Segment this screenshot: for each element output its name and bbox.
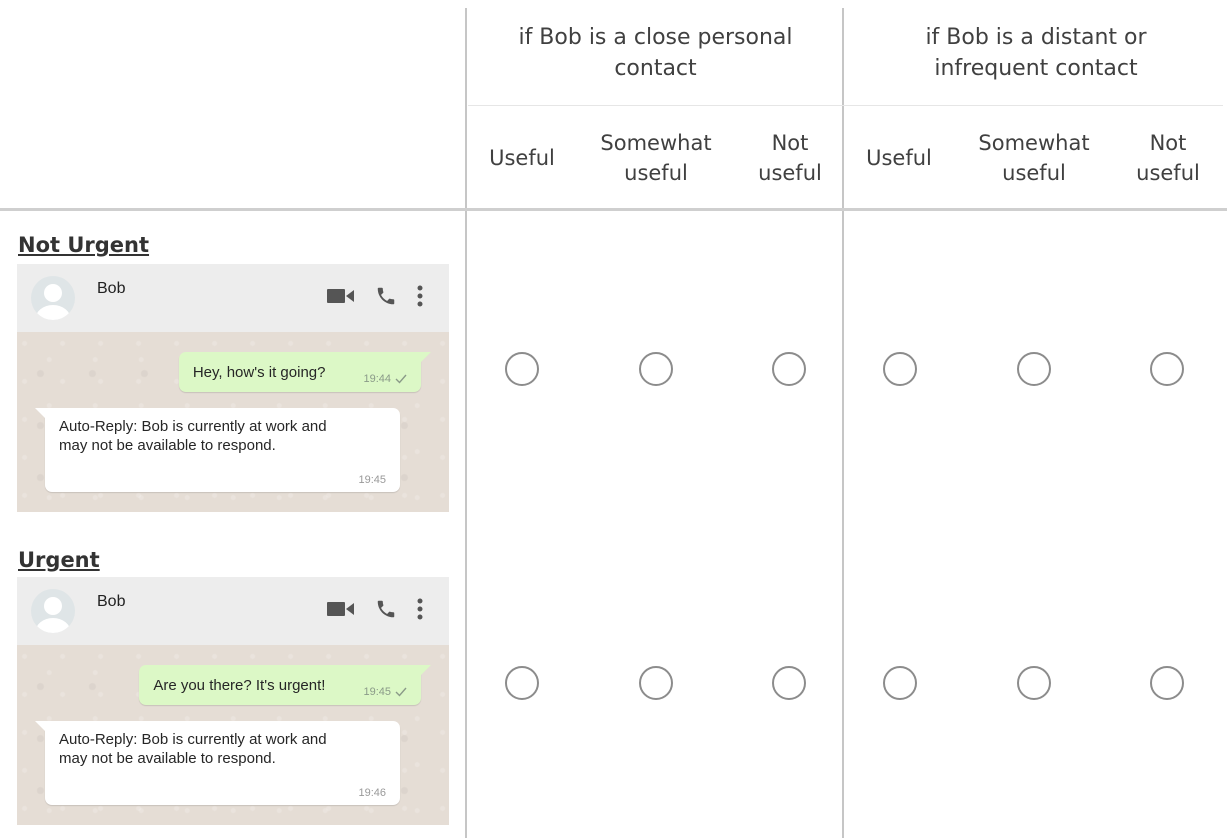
chat-header-icons — [327, 597, 423, 621]
group-header-label: if Bob is a close personal contact — [518, 24, 793, 81]
radio-not-urgent-distant-somewhat-useful[interactable] — [1017, 352, 1051, 386]
radio-urgent-close-useful[interactable] — [505, 666, 539, 700]
chat-body: Hey, how's it going? 19:44 Auto-Reply: B… — [17, 332, 449, 512]
chat-screenshot: Bob Are you there? It's urgent! 19:45 Au… — [17, 577, 449, 825]
incoming-message: Auto-Reply: Bob is currently at work and… — [35, 408, 400, 492]
chat-header: Bob — [17, 264, 449, 332]
column-header-label: Not useful — [1136, 130, 1200, 185]
outgoing-message: Hey, how's it going? 19:44 — [178, 352, 432, 392]
column-header-label: Useful — [489, 145, 555, 170]
chat-body: Are you there? It's urgent! 19:45 Auto-R… — [17, 645, 449, 825]
user-avatar-icon — [31, 589, 75, 633]
message-meta: 19:45 — [363, 686, 407, 698]
outgoing-message: Are you there? It's urgent! 19:45 — [139, 665, 431, 705]
column-header-label: Somewhat useful — [600, 130, 712, 185]
check-icon — [395, 687, 407, 697]
row-label-urgent: Urgent — [18, 548, 100, 572]
message-meta: 19:44 — [363, 373, 407, 385]
column-header-label: Somewhat useful — [978, 130, 1090, 185]
header-bottom-border — [0, 208, 1227, 211]
group-divider — [842, 8, 844, 838]
message-time: 19:44 — [363, 373, 391, 385]
incoming-message: Auto-Reply: Bob is currently at work and… — [35, 721, 400, 805]
row-label-not-urgent: Not Urgent — [18, 233, 150, 257]
message-time: 19:45 — [358, 474, 386, 486]
more-vertical-icon — [417, 598, 423, 620]
column-header-useful: Useful — [845, 105, 953, 210]
user-avatar-icon — [31, 276, 75, 320]
message-text: Auto-Reply: Bob is currently at work and… — [59, 418, 327, 454]
group-divider — [465, 8, 467, 838]
message-time: 19:46 — [358, 787, 386, 799]
phone-icon — [377, 287, 395, 305]
video-camera-icon — [327, 602, 354, 616]
radio-urgent-distant-useful[interactable] — [883, 666, 917, 700]
column-header-not-useful: Not useful — [1115, 105, 1221, 210]
group-header-label: if Bob is a distant or infrequent contac… — [925, 24, 1147, 81]
radio-not-urgent-distant-not-useful[interactable] — [1150, 352, 1184, 386]
group-header-distant-contact: if Bob is a distant or infrequent contac… — [845, 0, 1227, 105]
radio-not-urgent-close-useful[interactable] — [505, 352, 539, 386]
column-header-label: Not useful — [758, 130, 822, 185]
contact-name: Bob — [97, 593, 126, 610]
radio-urgent-close-somewhat-useful[interactable] — [639, 666, 673, 700]
column-header-useful: Useful — [468, 105, 576, 210]
column-header-not-useful: Not useful — [737, 105, 843, 210]
check-icon — [395, 374, 407, 384]
column-header-somewhat-useful: Somewhat useful — [954, 105, 1114, 210]
chat-header: Bob — [17, 577, 449, 645]
radio-urgent-distant-somewhat-useful[interactable] — [1017, 666, 1051, 700]
message-time: 19:45 — [363, 686, 391, 698]
group-header-close-contact: if Bob is a close personal contact — [468, 0, 843, 105]
message-text: Are you there? It's urgent! — [153, 676, 326, 694]
message-text: Hey, how's it going? — [192, 363, 326, 381]
chat-header-icons — [327, 284, 423, 308]
radio-not-urgent-close-somewhat-useful[interactable] — [639, 352, 673, 386]
contact-name: Bob — [97, 280, 126, 297]
radio-not-urgent-distant-useful[interactable] — [883, 352, 917, 386]
more-vertical-icon — [417, 285, 423, 307]
column-header-label: Useful — [866, 145, 932, 170]
radio-not-urgent-close-not-useful[interactable] — [772, 352, 806, 386]
radio-urgent-distant-not-useful[interactable] — [1150, 666, 1184, 700]
video-camera-icon — [327, 289, 354, 303]
column-header-somewhat-useful: Somewhat useful — [577, 105, 735, 210]
radio-urgent-close-not-useful[interactable] — [772, 666, 806, 700]
phone-icon — [377, 600, 395, 618]
header-divider — [468, 105, 1223, 106]
chat-screenshot: Bob Hey, how's it going? 19:44 Auto-Repl… — [17, 264, 449, 512]
message-text: Auto-Reply: Bob is currently at work and… — [59, 731, 327, 767]
